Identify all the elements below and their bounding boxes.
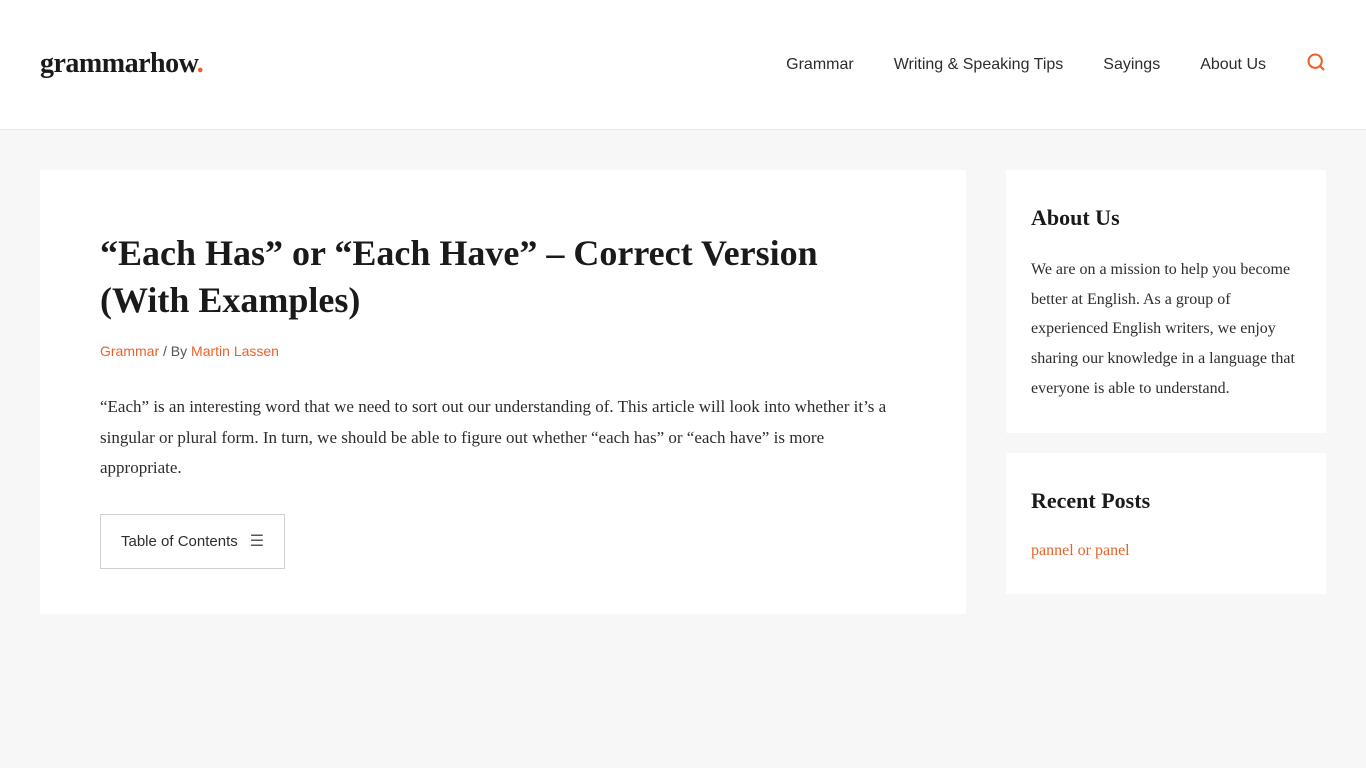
recent-posts-section: Recent Posts pannel or panel bbox=[1006, 453, 1326, 594]
about-us-text: We are on a mission to help you become b… bbox=[1031, 255, 1301, 403]
table-of-contents-box: Table of Contents ☰ bbox=[100, 514, 285, 570]
article-author[interactable]: Martin Lassen bbox=[191, 343, 279, 359]
article-category[interactable]: Grammar bbox=[100, 343, 159, 359]
recent-post-link[interactable]: pannel or panel bbox=[1031, 542, 1130, 559]
article-meta-separator: / By bbox=[159, 343, 191, 359]
content-layout: “Each Has” or “Each Have” – Correct Vers… bbox=[40, 170, 1326, 614]
page-wrapper: “Each Has” or “Each Have” – Correct Vers… bbox=[0, 130, 1366, 768]
recent-posts-heading: Recent Posts bbox=[1031, 483, 1301, 518]
sidebar: About Us We are on a mission to help you… bbox=[1006, 170, 1326, 614]
nav-item-sayings[interactable]: Sayings bbox=[1103, 52, 1160, 78]
toc-toggle-icon[interactable]: ☰ bbox=[250, 529, 264, 555]
nav-item-about-us[interactable]: About Us bbox=[1200, 52, 1266, 78]
search-button[interactable] bbox=[1306, 52, 1326, 78]
nav-item-grammar[interactable]: Grammar bbox=[786, 52, 854, 78]
nav-item-writing-speaking-tips[interactable]: Writing & Speaking Tips bbox=[894, 52, 1064, 78]
logo-dot: . bbox=[197, 48, 204, 79]
article-title: “Each Has” or “Each Have” – Correct Vers… bbox=[100, 230, 906, 324]
site-logo[interactable]: grammarhow. bbox=[40, 42, 203, 87]
article: “Each Has” or “Each Have” – Correct Vers… bbox=[40, 170, 966, 614]
article-intro: “Each” is an interesting word that we ne… bbox=[100, 392, 906, 484]
logo-text: grammarhow bbox=[40, 48, 197, 79]
about-us-section: About Us We are on a mission to help you… bbox=[1006, 170, 1326, 433]
site-header: grammarhow. Grammar Writing & Speaking T… bbox=[0, 0, 1366, 130]
toc-label: Table of Contents bbox=[121, 530, 238, 554]
main-nav: Grammar Writing & Speaking Tips Sayings … bbox=[786, 52, 1326, 78]
about-us-heading: About Us bbox=[1031, 200, 1301, 235]
search-icon bbox=[1306, 52, 1326, 72]
article-meta: Grammar / By Martin Lassen bbox=[100, 340, 906, 362]
